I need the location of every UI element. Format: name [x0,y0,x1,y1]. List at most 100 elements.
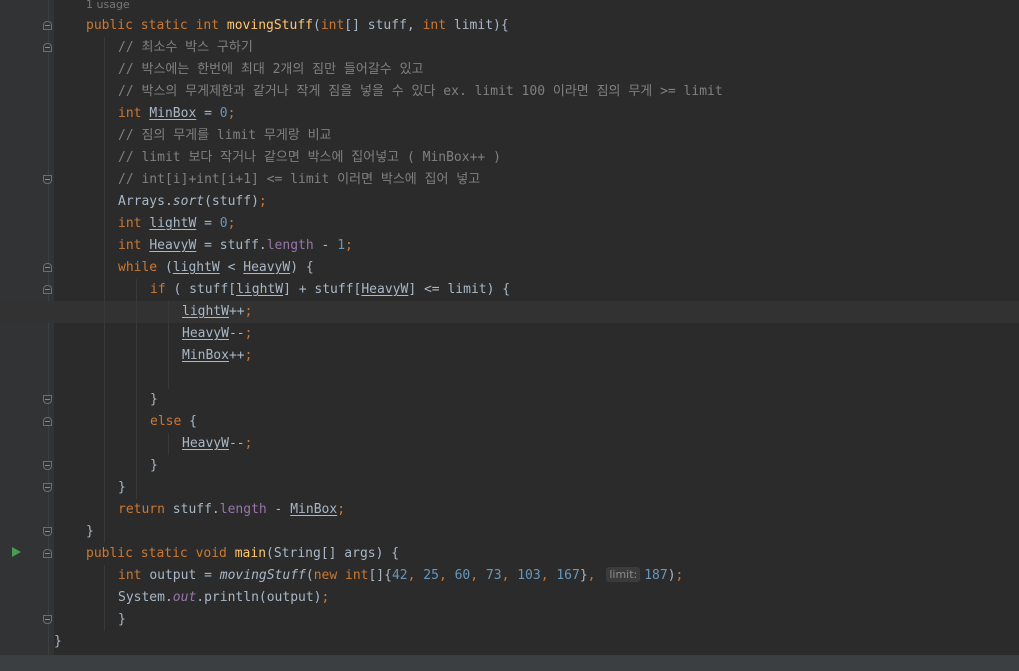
code-token: < [219,260,244,275]
code-token: , [438,568,455,583]
code-line[interactable]: public static int movingStuff(int[] stuf… [0,15,1019,37]
code-line[interactable]: } [0,609,1019,631]
code-line[interactable]: } [0,455,1019,477]
code-token: output = [149,568,220,583]
code-token: -- [228,326,245,341]
code-line[interactable]: int output = movingStuff(new int[]{42, 2… [0,565,1019,587]
code-line[interactable]: while (lightW < HeavyW) { [0,257,1019,279]
code-token: = [196,216,220,231]
code-text: } [150,455,158,477]
fold-toggle-icon[interactable] [43,549,52,558]
code-token: 187 [644,568,668,583]
code-token: (stuff) [204,194,259,209]
code-token: // 짐의 무게를 limit 무게랑 비교 [118,128,332,143]
code-line[interactable]: public static void main(String[] args) { [0,543,1019,565]
code-token: = [196,106,220,121]
code-token: = stuff. [196,238,267,253]
code-line[interactable]: int lightW = 0; [0,213,1019,235]
code-line[interactable]: // 박스에는 한번에 최대 2개의 짐만 들어갈수 있고 [0,59,1019,81]
code-token: , [587,568,604,583]
code-text: if ( stuff[lightW] + stuff[HeavyW] <= li… [150,279,510,301]
fold-toggle-icon[interactable] [43,285,52,294]
code-line[interactable]: System.out.println(output); [0,587,1019,609]
code-token: [] stuff, [344,18,423,33]
code-text: int MinBox = 0; [118,103,235,125]
code-token: int [118,238,150,253]
code-token: ; [675,568,684,583]
code-token: length [219,502,267,517]
fold-toggle-icon[interactable] [43,395,52,404]
code-token: ; [244,436,253,451]
code-line[interactable]: } [0,477,1019,499]
code-text: int HeavyW = stuff.length - 1; [118,235,353,257]
code-text: } [118,477,126,499]
code-token: ; [227,216,236,231]
horizontal-scrollbar-area[interactable] [0,655,1019,671]
code-editor[interactable]: 1 usage public static int movingStuff(in… [0,0,1019,671]
code-line[interactable]: int HeavyW = stuff.length - 1; [0,235,1019,257]
code-token: , [470,568,486,583]
fold-toggle-icon[interactable] [43,527,52,536]
usage-hint[interactable]: 1 usage [86,0,130,11]
code-line[interactable]: // 최소수 박스 구하기 [0,37,1019,59]
code-token: 73 [485,568,502,583]
code-token: 25 [423,568,439,583]
code-token: HeavyW [361,282,409,297]
code-line[interactable]: } [0,389,1019,411]
code-token: int [118,216,150,231]
code-token: int [320,18,345,33]
code-line[interactable]: int MinBox = 0; [0,103,1019,125]
code-token: HeavyW [149,238,197,253]
fold-toggle-icon[interactable] [43,417,52,426]
code-line[interactable] [0,367,1019,389]
indent-guide [168,433,169,455]
code-token: ( [312,18,321,33]
code-line[interactable]: } [0,521,1019,543]
code-token: public static int [86,18,227,33]
code-token: movingStuff [226,18,313,33]
indent-guide [104,565,105,631]
code-line[interactable]: // int[i]+int[i+1] <= limit 이러면 박스에 집어 넣… [0,169,1019,191]
code-token: } [118,612,126,627]
code-token: 1 [337,238,346,253]
code-text: } [86,521,94,543]
code-token: // int[i]+int[i+1] <= limit 이러면 박스에 집어 넣… [118,172,481,187]
indent-guide [136,279,137,499]
fold-toggle-icon[interactable] [43,263,52,272]
code-token: -- [228,436,245,451]
code-line[interactable]: // 짐의 무게를 limit 무게랑 비교 [0,125,1019,147]
fold-toggle-icon[interactable] [43,175,52,184]
code-token: Arrays. [118,194,173,209]
code-line[interactable]: HeavyW--; [0,323,1019,345]
code-token: sort [172,194,205,209]
code-token: ++ [228,348,245,363]
code-line[interactable]: else { [0,411,1019,433]
code-token: ; [244,348,253,363]
code-line[interactable]: return stuff.length - MinBox; [0,499,1019,521]
code-line[interactable]: Arrays.sort(stuff); [0,191,1019,213]
fold-toggle-icon[interactable] [43,21,52,30]
code-line[interactable]: HeavyW--; [0,433,1019,455]
code-line[interactable]: // limit 보다 작거나 같으면 박스에 집어넣고 ( MinBox++ … [0,147,1019,169]
code-token: ( [305,568,314,583]
code-token: 167 [556,568,580,583]
fold-toggle-icon[interactable] [43,461,52,470]
code-line[interactable]: if ( stuff[lightW] + stuff[HeavyW] <= li… [0,279,1019,301]
code-token: ( [164,260,173,275]
fold-toggle-icon[interactable] [43,615,52,624]
code-line[interactable]: } [0,631,1019,653]
code-token: ; [321,590,330,605]
code-line[interactable]: lightW++; [0,301,1019,323]
code-token: 103 [517,568,541,583]
code-line[interactable]: // 박스의 무게제한과 같거나 작게 짐을 넣을 수 있다 ex. limit… [0,81,1019,103]
code-token: ; [258,194,267,209]
fold-toggle-icon[interactable] [43,43,52,52]
code-token: return [118,502,173,517]
code-text: else { [150,411,197,433]
code-token: lightW [182,304,229,319]
fold-toggle-icon[interactable] [43,483,52,492]
code-token: ] <= limit) { [408,282,511,297]
code-text: // 박스에는 한번에 최대 2개의 짐만 들어갈수 있고 [118,59,424,81]
code-line[interactable]: MinBox++; [0,345,1019,367]
code-text: HeavyW--; [182,323,252,345]
